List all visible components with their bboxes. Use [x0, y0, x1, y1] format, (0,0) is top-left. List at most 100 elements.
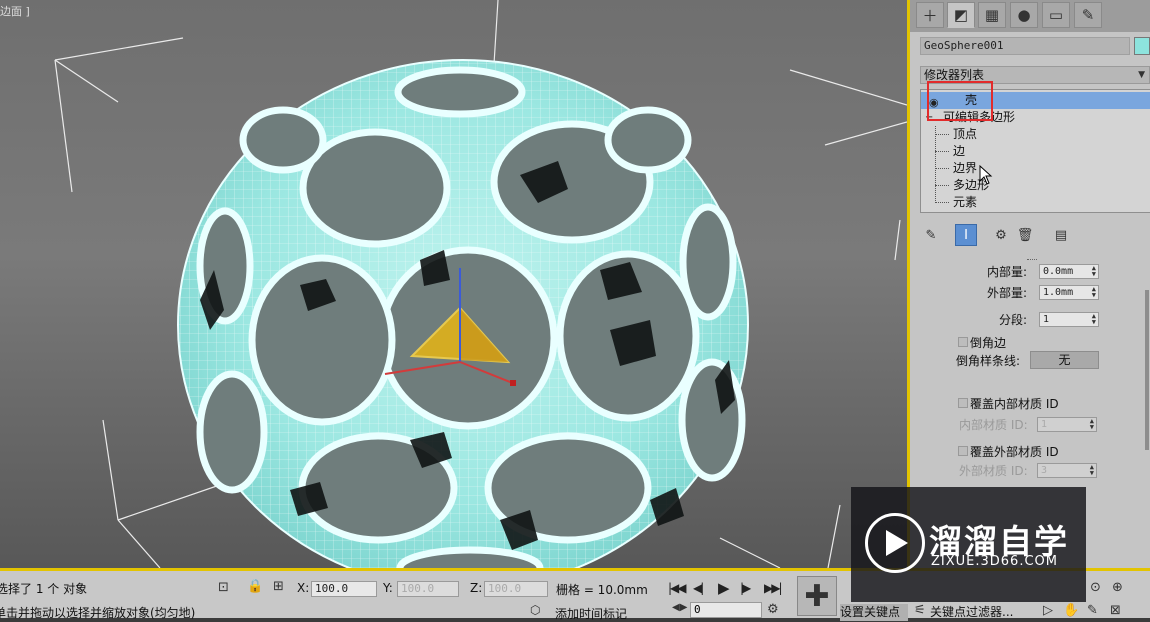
time-tag-icon[interactable]: ⬡ — [530, 603, 540, 617]
outer-mat-id-value: 3 — [1041, 465, 1048, 476]
outer-amount-spinner[interactable]: 1.0mm ▲ ▼ — [1039, 285, 1099, 300]
stack-subitem-border[interactable]: 边界 — [921, 160, 1150, 177]
spinner-arrows-icon[interactable]: ▲ ▼ — [1090, 464, 1094, 477]
tree-branch — [935, 134, 949, 135]
viewport-label[interactable]: 边面 ] — [0, 3, 30, 19]
inner-mat-id-spinner[interactable]: 1 ▲ ▼ — [1037, 417, 1097, 432]
tree-branch — [935, 168, 949, 169]
configure-modifier-sets-icon[interactable]: ▤ — [1050, 224, 1072, 246]
bevel-spline-label: 倒角样条线: — [956, 354, 1021, 368]
rollout-separator — [1027, 259, 1037, 262]
command-panel-scrollbar[interactable] — [1145, 290, 1149, 450]
y-coord-label: Y: — [383, 581, 393, 595]
stack-subitem-edge-label: 边 — [953, 144, 966, 158]
object-color-swatch[interactable] — [1134, 37, 1150, 55]
inner-amount-value: 0.0mm — [1043, 266, 1074, 277]
y-coord-field[interactable]: 100.0 — [397, 581, 459, 597]
highlight-annotation-box — [927, 81, 993, 121]
key-filters-button[interactable]: 关键点过滤器... — [930, 604, 1040, 621]
tree-branch — [935, 151, 949, 152]
set-key-toggle[interactable]: 设置关键点 — [840, 604, 908, 621]
z-coord-field[interactable]: 100.0 — [484, 581, 548, 597]
field-of-view-icon[interactable]: ✎ — [1087, 603, 1098, 618]
segments-spinner[interactable]: 1 ▲ ▼ — [1039, 312, 1099, 327]
go-to-end-icon[interactable]: ▶▶| — [764, 581, 782, 595]
tree-branch — [935, 185, 949, 186]
stack-subitem-element-label: 元素 — [953, 195, 978, 209]
current-frame-field[interactable]: 0 — [690, 602, 762, 618]
outer-amount-value: 1.0mm — [1043, 287, 1074, 298]
x-coord-label: X: — [297, 581, 310, 595]
bevel-edges-label: 倒角边 — [970, 336, 1007, 350]
play-icon[interactable]: ▶ — [718, 579, 729, 597]
spinner-arrows-icon[interactable]: ▲ ▼ — [1092, 265, 1096, 278]
previous-frame-icon[interactable]: ◀| — [693, 581, 704, 595]
create-tab-icon[interactable]: ＋ — [916, 2, 944, 28]
bevel-spline-button[interactable]: 无 — [1030, 351, 1099, 369]
isolate-selection-icon[interactable]: ⊡ — [218, 580, 229, 595]
add-time-tag-button[interactable]: 添加时间标记 — [555, 605, 627, 622]
modify-tab-icon[interactable]: ◩ — [947, 2, 975, 28]
stack-subitem-element[interactable]: 元素 — [921, 194, 1150, 211]
stack-subitem-polygon[interactable]: 多边形 — [921, 177, 1150, 194]
grid-size-text: 栅格 = 10.0mm — [556, 583, 648, 597]
outer-amount-label: 外部量: — [987, 286, 1028, 300]
viewport-scene[interactable] — [0, 0, 907, 568]
segments-value: 1 — [1043, 314, 1050, 325]
pin-stack-icon[interactable]: ✎ — [920, 224, 942, 246]
orbit-icon[interactable]: ✋ — [1063, 603, 1079, 618]
key-filter-icon[interactable]: ⚟ — [914, 603, 926, 618]
maximize-viewport-icon[interactable]: ⊠ — [1110, 603, 1121, 618]
play-logo-icon — [865, 513, 925, 573]
override-outer-mat-label: 覆盖外部材质 ID — [970, 445, 1059, 459]
spinner-arrows-icon[interactable]: ▲ ▼ — [1092, 313, 1096, 326]
object-name-field[interactable]: GeoSphere001 — [920, 37, 1130, 55]
segments-label: 分段: — [999, 313, 1028, 327]
tree-branch — [935, 202, 949, 203]
motion-tab-icon[interactable]: ● — [1010, 2, 1038, 28]
key-mode-toggle-icon[interactable]: ◀▶ — [672, 602, 687, 613]
override-inner-mat-label: 覆盖内部材质 ID — [970, 397, 1059, 411]
outer-mat-id-spinner[interactable]: 3 ▲ ▼ — [1037, 463, 1097, 478]
selection-status-text: 选择了 1 个 对象 — [0, 582, 88, 596]
modifier-list-label: 修改器列表 — [924, 68, 985, 82]
inner-amount-label: 内部量: — [987, 265, 1028, 279]
chevron-down-icon: ▼ — [1138, 70, 1145, 80]
stack-subitem-border-label: 边界 — [953, 161, 978, 175]
next-frame-icon[interactable]: |▶ — [740, 581, 751, 595]
utilities-tab-icon[interactable]: ✎ — [1074, 2, 1102, 28]
watermark-overlay: 溜溜自学 ZIXUE.3D66.COM — [851, 487, 1086, 602]
lock-selection-icon[interactable]: 🔒 — [247, 579, 263, 594]
stack-toolbar: ✎ I ⚙ 🗑 ▤ — [920, 222, 1150, 248]
spinner-arrows-icon[interactable]: ▲ ▼ — [1090, 418, 1094, 431]
display-tab-icon[interactable]: ▭ — [1042, 2, 1070, 28]
set-keys-button[interactable]: ✚ — [797, 576, 837, 616]
watermark-url: ZIXUE.3D66.COM — [931, 554, 1058, 569]
zoom-all-icon[interactable]: ⊕ — [1112, 580, 1123, 595]
absolute-offset-mode-icon[interactable]: ⊞ — [273, 579, 284, 594]
x-coord-field[interactable]: 100.0 — [311, 581, 377, 597]
make-unique-icon[interactable]: ⚙ — [990, 224, 1012, 246]
inner-mat-id-label: 内部材质 ID: — [959, 418, 1028, 432]
pan-view-icon[interactable]: ▷ — [1043, 603, 1053, 618]
bevel-edges-checkbox[interactable] — [958, 337, 968, 347]
zoom-extents-icon[interactable]: ⊙ — [1090, 580, 1101, 595]
stack-subitem-vertex[interactable]: 顶点 — [921, 126, 1150, 143]
override-inner-mat-checkbox[interactable] — [958, 398, 968, 408]
go-to-start-icon[interactable]: |◀◀ — [668, 581, 686, 595]
time-config-icon[interactable]: ⚙ — [767, 602, 779, 617]
inner-mat-id-value: 1 — [1041, 419, 1048, 430]
prompt-line-text: 单击并拖动以选择并缩放对象(均匀地) — [0, 606, 196, 620]
mouse-cursor-icon — [979, 165, 993, 185]
inner-amount-spinner[interactable]: 0.0mm ▲ ▼ — [1039, 264, 1099, 279]
override-outer-mat-checkbox[interactable] — [958, 446, 968, 456]
spinner-arrows-icon[interactable]: ▲ ▼ — [1092, 286, 1096, 299]
remove-modifier-icon[interactable]: 🗑 — [1014, 224, 1036, 246]
stack-subitem-vertex-label: 顶点 — [953, 127, 978, 141]
outer-mat-id-label: 外部材质 ID: — [959, 464, 1028, 478]
hierarchy-tab-icon[interactable]: ▦ — [978, 2, 1006, 28]
perspective-viewport[interactable]: 边面 ] — [0, 0, 907, 568]
stack-subitem-edge[interactable]: 边 — [921, 143, 1150, 160]
command-panel-tabs: ＋ ◩ ▦ ● ▭ ✎ — [910, 0, 1150, 32]
show-end-result-icon[interactable]: I — [955, 224, 977, 246]
